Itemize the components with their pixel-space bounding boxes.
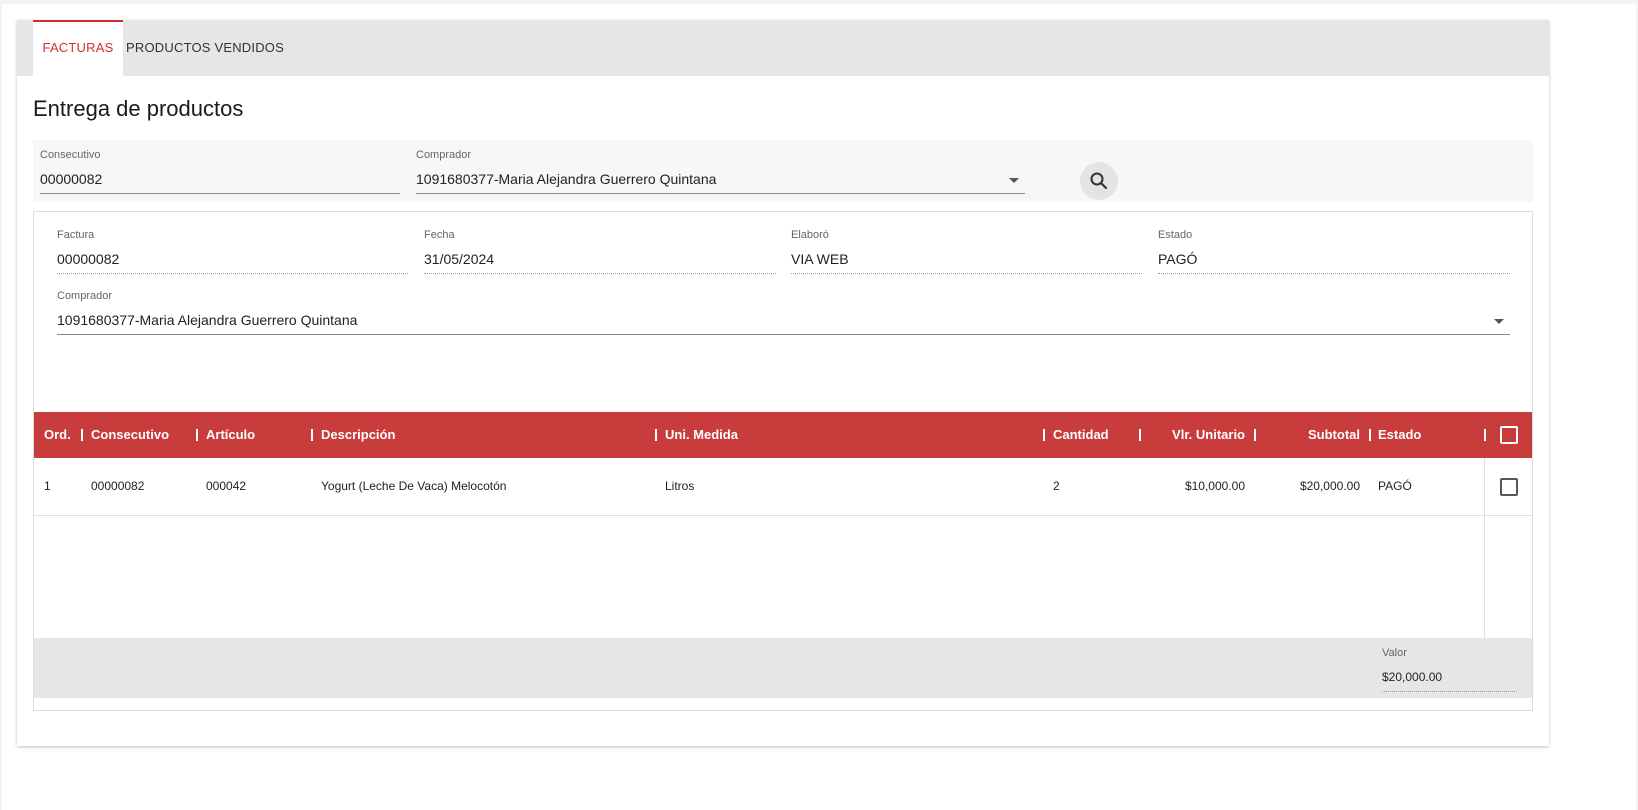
column-uni-medida[interactable]: Uni. Medida — [665, 412, 738, 458]
tab-productos-vendidos[interactable]: PRODUCTOS VENDIDOS — [123, 20, 287, 76]
column-consecutivo[interactable]: Consecutivo — [91, 412, 169, 458]
column-separator[interactable] — [1484, 429, 1486, 441]
comprador-underline — [416, 193, 1025, 194]
factura-label: Factura — [57, 229, 95, 241]
invoice-comprador-value[interactable]: 1091680377-Maria Alejandra Guerrero Quin… — [57, 311, 1510, 329]
tab-facturas[interactable]: FACTURAS — [33, 20, 123, 76]
invoice-comprador-label: Comprador — [57, 290, 113, 302]
column-cantidad[interactable]: Cantidad — [1053, 412, 1109, 458]
column-separator[interactable] — [1043, 429, 1045, 441]
comprador-value[interactable]: 1091680377-Maria Alejandra Guerrero Quin… — [416, 170, 1025, 188]
main-card: FACTURAS PRODUCTOS VENDIDOS Entrega de p… — [17, 20, 1549, 746]
consecutivo-input[interactable]: 00000082 — [40, 170, 400, 188]
cell-cantidad: 2 — [1053, 479, 1060, 493]
elaboro-underline — [791, 273, 1142, 274]
search-icon — [1090, 172, 1108, 190]
grid-column-divider — [1484, 458, 1485, 638]
estado-value: PAGÓ — [1158, 251, 1198, 267]
invoice-comprador-select[interactable]: Comprador 1091680377-Maria Alejandra Gue… — [57, 289, 1510, 335]
chevron-down-icon[interactable] — [1494, 319, 1504, 324]
cell-subtotal: $20,000.00 — [1299, 479, 1360, 493]
fecha-label: Fecha — [424, 229, 455, 241]
select-all-checkbox[interactable] — [1500, 426, 1518, 444]
grid-header: Ord. Consecutivo Artículo Descripción Un… — [34, 412, 1532, 458]
cell-articulo: 000042 — [206, 479, 247, 493]
column-separator[interactable] — [196, 429, 198, 441]
fecha-underline — [424, 273, 776, 274]
comprador-label: Comprador — [416, 149, 472, 161]
factura-field: Factura 00000082 — [57, 228, 408, 274]
cell-ord: 1 — [44, 479, 51, 493]
estado-field: Estado PAGÓ — [1158, 228, 1510, 274]
column-articulo[interactable]: Artículo — [206, 412, 255, 458]
invoice-detail-panel: Factura 00000082 Fecha 31/05/2024 Elabor… — [33, 211, 1533, 711]
valor-value: $20,000.00 — [1382, 670, 1443, 684]
factura-value: 00000082 — [57, 251, 120, 267]
cell-estado: PAGÓ — [1378, 479, 1412, 493]
factura-underline — [57, 273, 408, 274]
column-estado[interactable]: Estado — [1378, 412, 1421, 458]
column-ord[interactable]: Ord. — [44, 412, 71, 458]
valor-field: Valor $20,000.00 — [1382, 646, 1517, 692]
cell-descripcion: Yogurt (Leche De Vaca) Melocotón — [321, 479, 507, 493]
elaboro-value: VIA WEB — [791, 251, 849, 267]
row-checkbox[interactable] — [1500, 478, 1518, 496]
column-descripcion[interactable]: Descripción — [321, 412, 395, 458]
page-title: Entrega de productos — [33, 96, 244, 121]
chevron-down-icon[interactable] — [1009, 178, 1019, 183]
cell-vlr-unitario: $10,000.00 — [1184, 479, 1245, 493]
column-separator[interactable] — [1254, 429, 1256, 441]
search-button[interactable] — [1080, 162, 1118, 200]
column-vlr-unitario[interactable]: Vlr. Unitario — [1149, 412, 1245, 458]
consecutivo-field[interactable]: Consecutivo 00000082 — [40, 148, 400, 194]
column-separator[interactable] — [655, 429, 657, 441]
fecha-field: Fecha 31/05/2024 — [424, 228, 776, 274]
valor-label: Valor — [1382, 647, 1407, 659]
comprador-select[interactable]: Comprador 1091680377-Maria Alejandra Gue… — [416, 148, 1025, 194]
consecutivo-underline — [40, 193, 400, 194]
tab-bar: FACTURAS PRODUCTOS VENDIDOS — [17, 20, 1549, 76]
column-separator[interactable] — [1139, 429, 1141, 441]
elaboro-label: Elaboró — [791, 229, 829, 241]
column-separator[interactable] — [81, 429, 83, 441]
consecutivo-label: Consecutivo — [40, 149, 101, 161]
cell-uni-medida: Litros — [665, 479, 695, 493]
fecha-value: 31/05/2024 — [424, 251, 495, 267]
column-separator[interactable] — [1369, 429, 1371, 441]
table-row[interactable]: 1 00000082 000042 Yogurt (Leche De Vaca)… — [34, 458, 1532, 516]
valor-underline — [1382, 691, 1517, 692]
column-subtotal[interactable]: Subtotal — [1264, 412, 1360, 458]
estado-underline — [1158, 273, 1510, 274]
estado-label: Estado — [1158, 229, 1193, 241]
elaboro-field: Elaboró VIA WEB — [791, 228, 1142, 274]
grid-footer: Valor $20,000.00 — [34, 638, 1532, 698]
cell-consecutivo: 00000082 — [91, 479, 145, 493]
invoice-comprador-underline — [57, 334, 1510, 335]
column-separator[interactable] — [311, 429, 313, 441]
search-panel: Consecutivo 00000082 Comprador 109168037… — [33, 140, 1533, 202]
